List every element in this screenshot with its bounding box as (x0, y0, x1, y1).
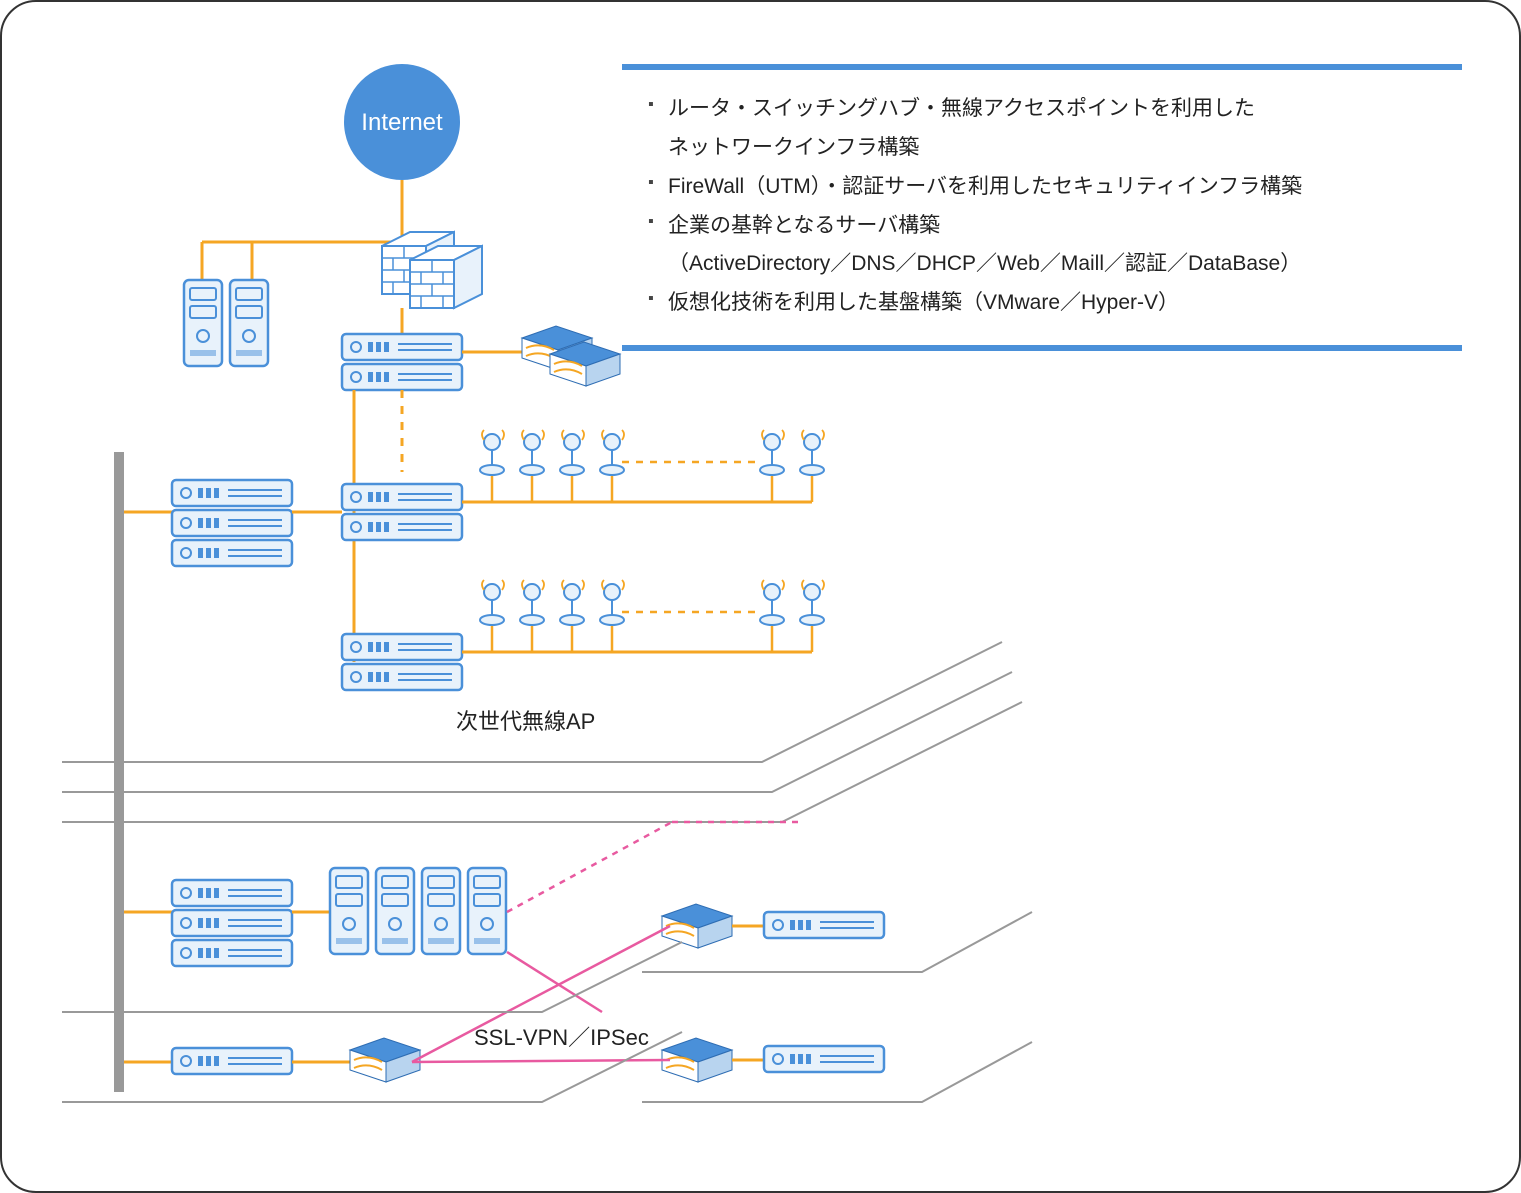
switch-icon (172, 940, 292, 966)
vpn-link (412, 1060, 670, 1062)
switch-icon (172, 880, 292, 906)
network-diagram-svg: Internet (2, 2, 1521, 1193)
firewall-icon (410, 246, 482, 308)
switch-icon (764, 912, 884, 938)
server-tower-icon (468, 868, 506, 954)
vpn-link-dashed (507, 822, 672, 912)
switch-icon (342, 364, 462, 390)
server-tower-icon (422, 868, 460, 954)
internet-label: Internet (361, 109, 443, 136)
switch-icon (342, 514, 462, 540)
switch-icon (342, 484, 462, 510)
remote-router-icon (662, 904, 732, 948)
vpn-gateway-icon (350, 1038, 420, 1082)
switch-icon (172, 1048, 292, 1074)
ap-row-2 (462, 580, 824, 652)
server-tower-icon (330, 868, 368, 954)
vertical-trunk-icon (114, 452, 124, 1092)
ap-row-1 (462, 430, 824, 502)
switch-icon (172, 910, 292, 936)
switch-icon (172, 510, 292, 536)
server-tower-icon (184, 280, 222, 366)
switch-icon (342, 664, 462, 690)
server-tower-icon (230, 280, 268, 366)
switch-icon (342, 334, 462, 360)
wireless-ap-label: 次世代無線AP (456, 704, 595, 736)
switch-icon (342, 634, 462, 660)
diagram-frame: ルータ・スイッチングハブ・無線アクセスポイントを利用した ネットワークインフラ構… (0, 0, 1521, 1193)
server-tower-icon (376, 868, 414, 954)
remote-router-icon (662, 1038, 732, 1082)
switch-icon (764, 1046, 884, 1072)
vpn-label: SSL-VPN／IPSec (474, 1020, 649, 1052)
switch-icon (172, 480, 292, 506)
switch-icon (172, 540, 292, 566)
